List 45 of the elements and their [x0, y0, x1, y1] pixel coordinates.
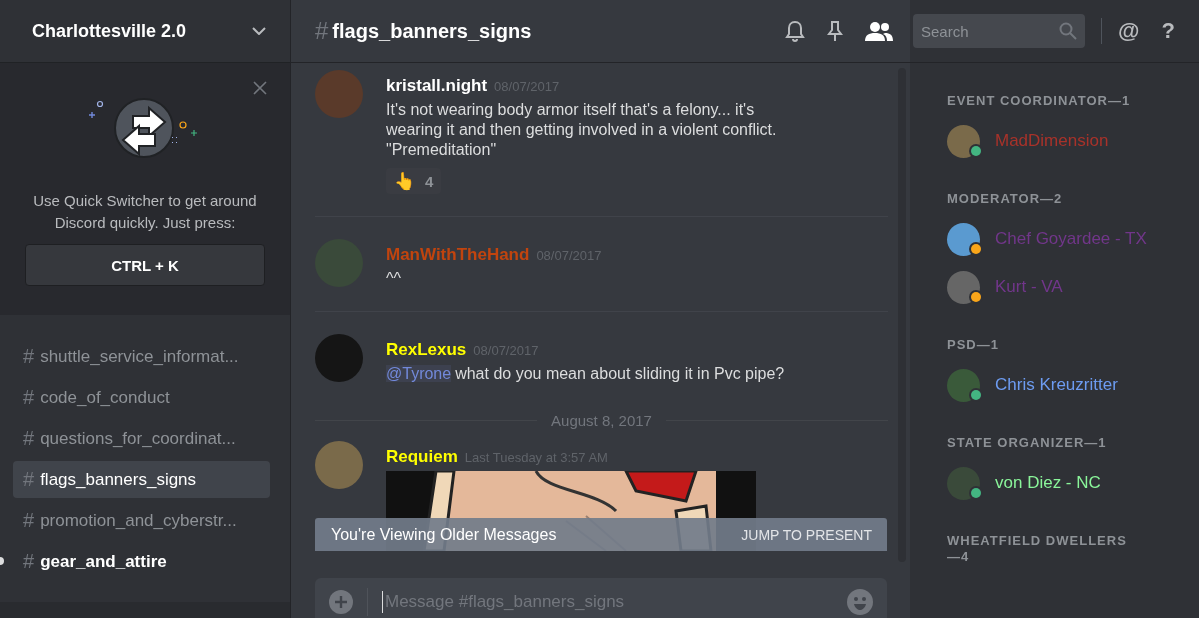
user-avatar[interactable] — [947, 124, 980, 158]
author-name[interactable]: RexLexus — [386, 340, 467, 360]
member-name[interactable]: von Diez - NC — [995, 473, 1101, 493]
author-name[interactable]: Requiem — [386, 447, 458, 467]
channel-title: flags_banners_signs — [332, 19, 532, 43]
message-text: "Premeditation" — [386, 141, 497, 158]
role-heading: MODERATOR—2 — [947, 191, 1064, 207]
server-name: Charlottesville 2.0 — [32, 20, 187, 42]
author-name[interactable]: kristall.night — [386, 76, 488, 96]
jump-to-present-link[interactable]: JUMP TO PRESENT — [741, 526, 872, 543]
role-heading: STATE ORGANIZER—1 — [947, 435, 1108, 451]
search-bar[interactable]: Search — [913, 14, 1085, 48]
channel-item[interactable]: # promotion_and_cyberstr... — [13, 502, 270, 539]
chevron-down-icon — [252, 27, 266, 35]
role-heading: WHEATFIELD DWELLERS—4 — [947, 533, 1128, 565]
mentions-button[interactable]: @ — [1118, 18, 1140, 44]
channel-item[interactable]: # code_of_conduct — [13, 379, 270, 416]
member-name[interactable]: Chris Kreuzritter — [995, 375, 1118, 395]
close-icon[interactable] — [253, 81, 267, 95]
message-text: wearing it and then getting involved in a violent conflict. — [386, 121, 777, 138]
reaction-button[interactable]: 👆 4 — [386, 168, 442, 194]
search-icon — [1059, 22, 1077, 40]
role-heading: EVENT COORDINATOR—1 — [947, 93, 1132, 109]
user-avatar[interactable] — [947, 466, 980, 500]
date-divider: August 8, 2017 — [550, 412, 653, 429]
shortcut-button[interactable]: CTRL + K — [25, 244, 265, 286]
message-text: ^^ — [386, 270, 401, 287]
hash-icon: # — [315, 17, 329, 45]
role-heading: PSD—1 — [947, 337, 1000, 353]
notification-bell-icon[interactable] — [785, 20, 805, 42]
older-messages-text: You're Viewing Older Messages — [331, 525, 557, 544]
message-text: what do you mean about sliding it in Pvc pipe? — [455, 365, 785, 382]
user-avatar[interactable] — [947, 222, 980, 256]
channel-item[interactable]: # flags_banners_signs — [13, 461, 270, 498]
user-avatar[interactable] — [947, 270, 980, 304]
channel-item[interactable]: # gear_and_attire — [13, 543, 270, 580]
message-text: It's not wearing body armor itself that's a felony... it's — [386, 101, 755, 118]
search-field[interactable]: Search — [919, 21, 1059, 41]
help-button[interactable]: ? — [1161, 18, 1175, 44]
channel-item[interactable]: # questions_for_coordinat... — [13, 420, 270, 457]
members-icon[interactable] — [865, 21, 893, 41]
channel-item[interactable]: # shuttle_service_informat... — [13, 338, 270, 375]
user-avatar[interactable] — [947, 368, 980, 402]
quick-switcher-text: Use Quick Switcher to get around Discord quickly. Just press: — [32, 191, 258, 233]
pin-icon[interactable] — [827, 20, 843, 42]
